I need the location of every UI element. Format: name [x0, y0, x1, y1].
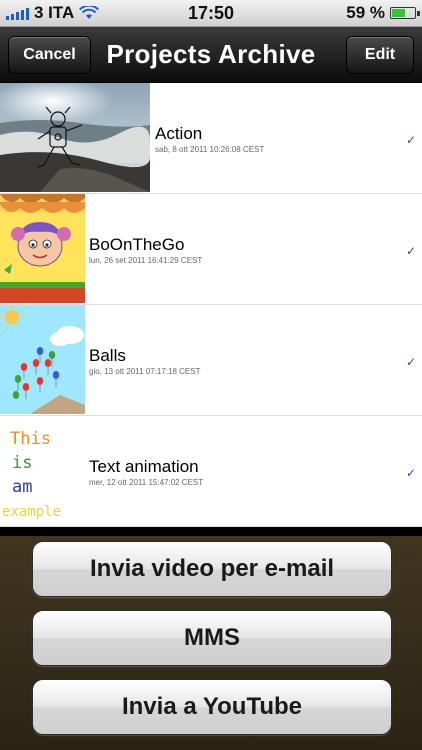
project-thumbnail-text-animation: This is am example [0, 416, 85, 525]
checkmark-icon: ✓ [405, 133, 416, 147]
thumb-text-line: This [10, 429, 51, 449]
project-title: Action [155, 124, 203, 143]
send-email-button[interactable]: Invia video per e-mail [32, 541, 392, 597]
mms-button[interactable]: MMS [32, 610, 392, 666]
project-date: lun, 26 set 2011 16:41:29 CEST [89, 256, 203, 265]
list-item-boonthego[interactable]: BoOnTheGo lun, 26 set 2011 16:41:29 CEST… [0, 194, 422, 305]
status-right: 59 % [346, 3, 420, 23]
project-thumbnail-balls [0, 305, 85, 414]
project-date: gio, 13 ott 2011 07:17:18 CEST [89, 367, 201, 376]
thumb-text-line: example [2, 504, 61, 520]
project-date: mer, 12 ott 2011 15:47:02 CEST [89, 478, 204, 487]
thumb-text-line: am [12, 477, 32, 497]
project-title: BoOnTheGo [89, 235, 185, 254]
list-item-balls[interactable]: Balls gio, 13 ott 2011 07:17:18 CEST ✓ [0, 305, 422, 416]
projects-list: Action sab, 8 ott 2011 10:26:08 CEST ✓ B… [0, 83, 422, 527]
list-item-action[interactable]: Action sab, 8 ott 2011 10:26:08 CEST ✓ [0, 83, 422, 194]
list-item-text-animation[interactable]: This is am example Text animation mer, 1… [0, 416, 422, 527]
checkmark-icon: ✓ [405, 355, 416, 369]
battery-percent: 59 % [346, 3, 385, 22]
project-title: Text animation [89, 457, 199, 476]
checkmark-icon: ✓ [405, 466, 416, 480]
checkmark-icon: ✓ [405, 244, 416, 258]
edit-button[interactable]: Edit [346, 36, 414, 74]
project-thumbnail-boonthego [0, 194, 85, 303]
project-thumbnail-action [0, 83, 150, 192]
status-bar: 3 ITA 17:50 59 % [0, 0, 422, 27]
battery-icon [390, 7, 420, 19]
thumb-text-line: is [12, 453, 32, 473]
youtube-button[interactable]: Invia a YouTube [32, 679, 392, 735]
project-title: Balls [89, 346, 126, 365]
navigation-bar: Cancel Projects Archive Edit [0, 27, 422, 83]
action-sheet: Invia video per e-mail MMS Invia a YouTu… [0, 536, 422, 750]
project-date: sab, 8 ott 2011 10:26:08 CEST [155, 145, 265, 154]
